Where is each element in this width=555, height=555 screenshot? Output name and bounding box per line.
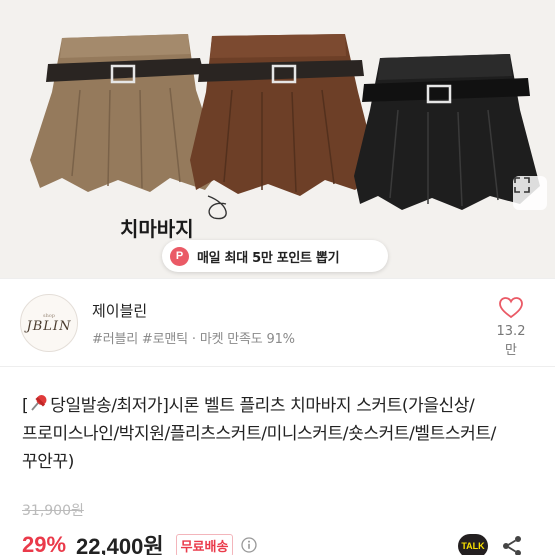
title-text: 당일발송/최저가]시론 벨트 플리츠 치마바지 스커트(가을신상/프로미스나인/… bbox=[22, 396, 496, 472]
divider bbox=[0, 278, 555, 279]
daily-points-text: 매일 최대 5만 포인트 뽑기 bbox=[197, 250, 340, 266]
discount-rate: 29% bbox=[22, 532, 67, 555]
market-satisfaction: 마켓 만족도 91% bbox=[199, 332, 295, 347]
title-prefix: [ bbox=[22, 396, 29, 416]
hero-caption: 치마바지 bbox=[120, 217, 194, 241]
store-logo[interactable]: shop JBLIN bbox=[20, 294, 78, 352]
skirt-photo: 치마바지 bbox=[30, 34, 540, 241]
expand-image-button[interactable] bbox=[513, 176, 547, 210]
heart-icon bbox=[499, 297, 523, 319]
pushpin-icon bbox=[31, 395, 47, 411]
talk-button[interactable]: TALK bbox=[458, 534, 488, 555]
share-button[interactable] bbox=[500, 534, 524, 555]
logo-main-text: JBLIN bbox=[26, 318, 72, 334]
share-icon bbox=[503, 536, 521, 555]
sale-price: 22,400원 bbox=[76, 534, 164, 555]
store-meta: #러블리 #로맨틱 · 마켓 만족도 91% bbox=[92, 332, 295, 347]
daily-points-banner[interactable]: P 매일 최대 5만 포인트 뽑기 bbox=[162, 240, 388, 272]
product-title: [ 당일발송/최저가]시론 벨트 플리츠 치마바지 스커트(가을신상/프로미스나… bbox=[22, 392, 537, 476]
free-shipping-badge: 무료배송 bbox=[175, 533, 234, 555]
price-row: 29% 22,400원 무료배송 bbox=[22, 530, 258, 555]
expand-icon bbox=[514, 177, 530, 193]
favorite-store-button[interactable]: 13.2만 bbox=[491, 296, 531, 358]
decorative-swirl bbox=[207, 195, 227, 220]
info-icon[interactable] bbox=[241, 537, 258, 553]
store-tags: #러블리 #로맨틱 bbox=[92, 332, 188, 347]
product-image[interactable]: 치마바지 P 매일 최대 5만 포인트 뽑기 bbox=[0, 0, 555, 278]
brown-skirt bbox=[190, 34, 378, 196]
point-badge: P bbox=[170, 246, 189, 266]
original-price: 31,900원 bbox=[22, 503, 84, 519]
store-name[interactable]: 제이블린 bbox=[92, 300, 147, 321]
divider bbox=[0, 366, 555, 367]
store-info[interactable]: shop JBLIN 제이블린 #러블리 #로맨틱 · 마켓 만족도 91% 13.… bbox=[0, 282, 555, 366]
favorite-count: 13.2만 bbox=[496, 324, 526, 358]
